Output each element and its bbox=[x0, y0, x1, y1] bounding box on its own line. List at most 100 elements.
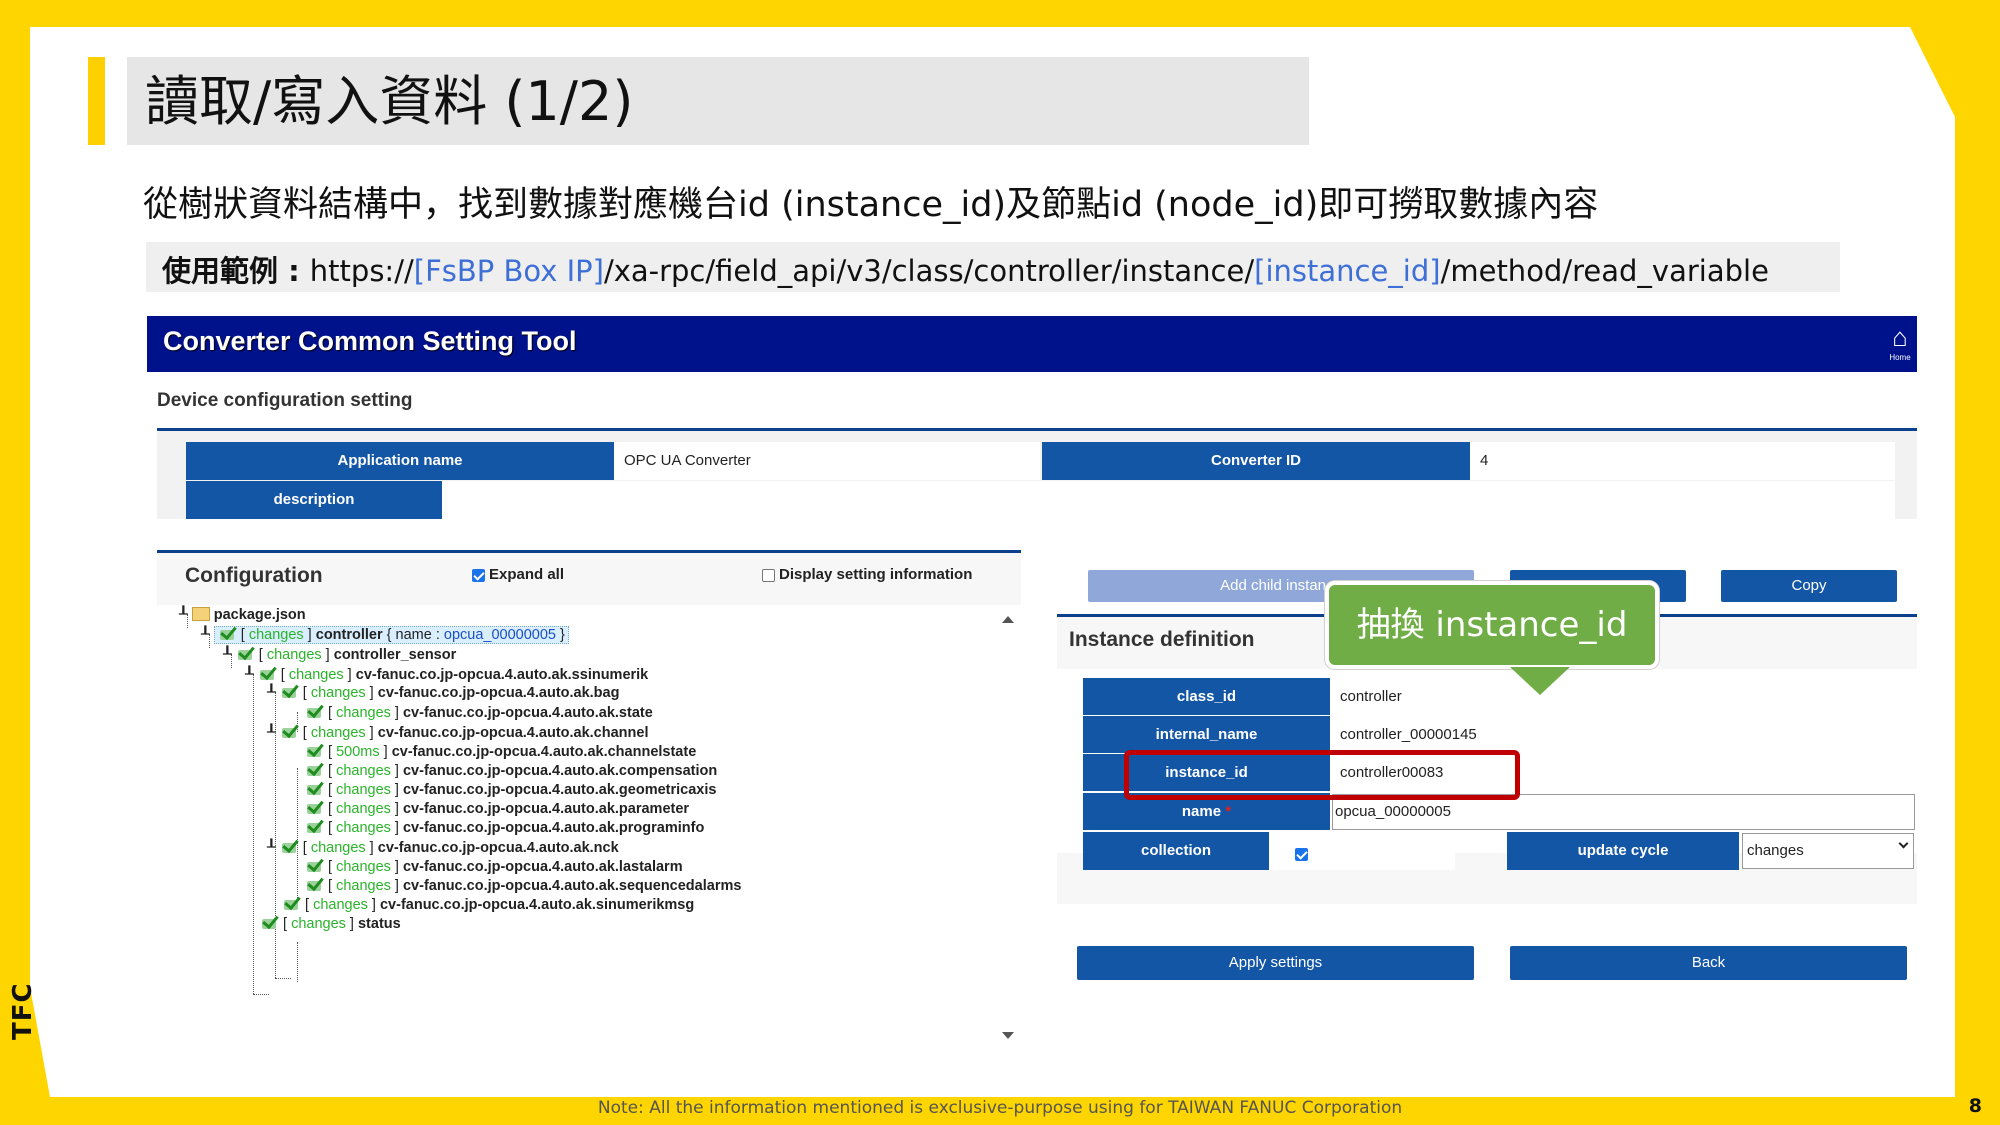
tree-item-label: controller bbox=[315, 627, 383, 643]
apply-settings-button[interactable]: Apply settings bbox=[1077, 946, 1474, 980]
tree-connector bbox=[297, 942, 298, 982]
display-setting-checkbox[interactable]: Display setting information bbox=[762, 566, 972, 583]
example-part: https:// bbox=[309, 254, 414, 288]
tree-item-tag: changes bbox=[336, 782, 391, 798]
slide-title: 讀取/寫入資料 (1/2) bbox=[145, 70, 634, 133]
tree-item[interactable]: [ changes ] cv-fanuc.co.jp-opcua.4.auto.… bbox=[305, 817, 704, 839]
tree-item-label: cv-fanuc.co.jp-opcua.4.auto.ak.compensat… bbox=[402, 763, 718, 779]
back-button[interactable]: Back bbox=[1510, 946, 1907, 980]
update-cycle-select[interactable]: changes bbox=[1742, 833, 1914, 869]
tree-connector bbox=[253, 674, 254, 994]
checkbox-checked-icon bbox=[1295, 848, 1308, 862]
footer-note: Note: All the information mentioned is e… bbox=[597, 1098, 1403, 1118]
application-name-value: OPC UA Converter bbox=[614, 442, 1040, 480]
app-header: Converter Common Setting Tool ⌂ Home bbox=[147, 316, 1917, 372]
tree-connector bbox=[253, 994, 269, 995]
tree-item[interactable]: ┸ [ changes ] cv-fanuc.co.jp-opcua.4.aut… bbox=[267, 682, 619, 704]
tree-item-label: cv-fanuc.co.jp-opcua.4.auto.ak.geometric… bbox=[402, 782, 717, 798]
check-icon bbox=[305, 875, 325, 893]
example-url: 使用範例 : https://[FsBP Box IP]/xa-rpc/fiel… bbox=[162, 248, 1769, 290]
scroll-up-icon[interactable] bbox=[1002, 616, 1014, 623]
check-icon bbox=[280, 682, 300, 700]
tree-item-label: cv-fanuc.co.jp-opcua.4.auto.ak.channel bbox=[377, 725, 649, 741]
check-icon bbox=[282, 894, 302, 912]
check-icon bbox=[260, 913, 280, 931]
instance-definition-title: Instance definition bbox=[1069, 628, 1255, 651]
example-part: /xa-rpc/field_api/v3/class/controller/in… bbox=[603, 254, 1255, 288]
copy-button[interactable]: Copy bbox=[1721, 570, 1897, 602]
tree-item-selected[interactable]: ┸ [ changes ] controller { name : opcua_… bbox=[201, 624, 569, 646]
check-icon bbox=[305, 741, 325, 759]
collection-label: collection bbox=[1083, 832, 1269, 870]
converter-id-value: 4 bbox=[1470, 442, 1895, 480]
check-icon bbox=[305, 798, 325, 816]
tree-connector bbox=[297, 768, 298, 904]
tree-item[interactable]: ┸ package.json bbox=[179, 604, 306, 626]
check-icon bbox=[280, 837, 300, 855]
display-setting-label: Display setting information bbox=[779, 566, 973, 583]
tree-item-tag: changes bbox=[336, 705, 391, 721]
scroll-down-icon[interactable] bbox=[1002, 1032, 1014, 1039]
class-id-label: class_id bbox=[1083, 678, 1330, 715]
check-icon bbox=[305, 856, 325, 874]
tree-item-extra-key: name bbox=[395, 627, 432, 643]
tree-item-tag: 500ms bbox=[336, 744, 380, 760]
tree-item-label: cv-fanuc.co.jp-opcua.4.auto.ak.sequenced… bbox=[402, 878, 742, 894]
tree-item-label: status bbox=[357, 916, 401, 932]
slide-subtitle: 從樹狀資料結構中，找到數據對應機台id (instance_id)及節點id (… bbox=[143, 185, 1599, 225]
app-title: Converter Common Setting Tool bbox=[163, 326, 577, 356]
tree-item-label: package.json bbox=[213, 607, 306, 623]
app-screenshot: Converter Common Setting Tool ⌂ Home Devi… bbox=[147, 316, 1917, 1044]
tree-item[interactable]: [ changes ] cv-fanuc.co.jp-opcua.4.auto.… bbox=[305, 702, 653, 724]
instance-id-highlight bbox=[1124, 750, 1520, 800]
required-mark: * bbox=[1225, 803, 1232, 820]
application-name-label: Application name bbox=[186, 442, 614, 480]
example-part: /method/read_variable bbox=[1440, 254, 1769, 288]
collection-checkbox[interactable] bbox=[1295, 846, 1312, 864]
callout-bubble: 抽換 instance_id bbox=[1325, 581, 1659, 669]
check-icon bbox=[258, 664, 278, 682]
section-title: Device configuration setting bbox=[157, 390, 413, 411]
tree-item[interactable]: ┸ [ changes ] controller_sensor bbox=[223, 644, 456, 666]
tree-item-label: cv-fanuc.co.jp-opcua.4.auto.ak.parameter bbox=[402, 801, 690, 817]
tree-item-label: cv-fanuc.co.jp-opcua.4.auto.ak.sinumerik… bbox=[379, 897, 695, 913]
tree-item-tag: changes bbox=[336, 820, 391, 836]
tree-item-label: cv-fanuc.co.jp-opcua.4.auto.ak.programin… bbox=[402, 820, 705, 836]
name-label-text: name bbox=[1181, 803, 1222, 820]
expand-all-label: Expand all bbox=[489, 566, 565, 583]
tree-item-extra-value: opcua_00000005 bbox=[443, 627, 556, 643]
converter-id-label: Converter ID bbox=[1042, 442, 1470, 480]
brand-logo: TFC bbox=[8, 982, 38, 1040]
description-label: description bbox=[186, 481, 442, 519]
expand-all-checkbox[interactable]: Expand all bbox=[472, 566, 564, 583]
tree-item-label: cv-fanuc.co.jp-opcua.4.auto.ak.channelst… bbox=[391, 744, 697, 760]
check-icon bbox=[305, 702, 325, 720]
tree-item-tag: changes bbox=[336, 801, 391, 817]
tree-item-tag: changes bbox=[336, 878, 391, 894]
configuration-panel: Configuration Expand all Display setting… bbox=[157, 550, 1021, 1044]
check-icon bbox=[305, 779, 325, 797]
title-accent-bar bbox=[88, 57, 105, 145]
callout-tail bbox=[1510, 667, 1570, 695]
tree-item-tag: changes bbox=[336, 763, 391, 779]
page-number: 8 bbox=[1968, 1095, 1982, 1117]
home-icon[interactable]: ⌂ Home bbox=[1887, 322, 1913, 366]
tree-item-tag: changes bbox=[310, 840, 366, 856]
class-id-value: controller bbox=[1330, 678, 1915, 715]
tree-item-tag: changes bbox=[310, 725, 366, 741]
check-icon bbox=[236, 644, 256, 662]
chevron-down-icon bbox=[1898, 838, 1909, 849]
tree-item-label: cv-fanuc.co.jp-opcua.4.auto.ak.lastalarm bbox=[402, 859, 683, 875]
tree-item[interactable]: [ changes ] status bbox=[260, 913, 401, 935]
configuration-divider bbox=[157, 550, 1021, 553]
tree-item-label: cv-fanuc.co.jp-opcua.4.auto.ak.ssinumeri… bbox=[355, 667, 649, 683]
update-cycle-value: changes bbox=[1747, 842, 1804, 859]
example-link-ip: [FsBP Box IP] bbox=[413, 254, 604, 288]
checkbox-unchecked-icon bbox=[762, 568, 775, 582]
tree-item-tag: changes bbox=[288, 667, 344, 683]
tree-item-label: controller_sensor bbox=[333, 647, 457, 663]
internal-name-label: internal_name bbox=[1083, 716, 1330, 753]
tree-item-label: cv-fanuc.co.jp-opcua.4.auto.ak.nck bbox=[377, 840, 619, 856]
tree-item-tag: changes bbox=[310, 685, 366, 701]
internal-name-value: controller_00000145 bbox=[1330, 716, 1915, 753]
